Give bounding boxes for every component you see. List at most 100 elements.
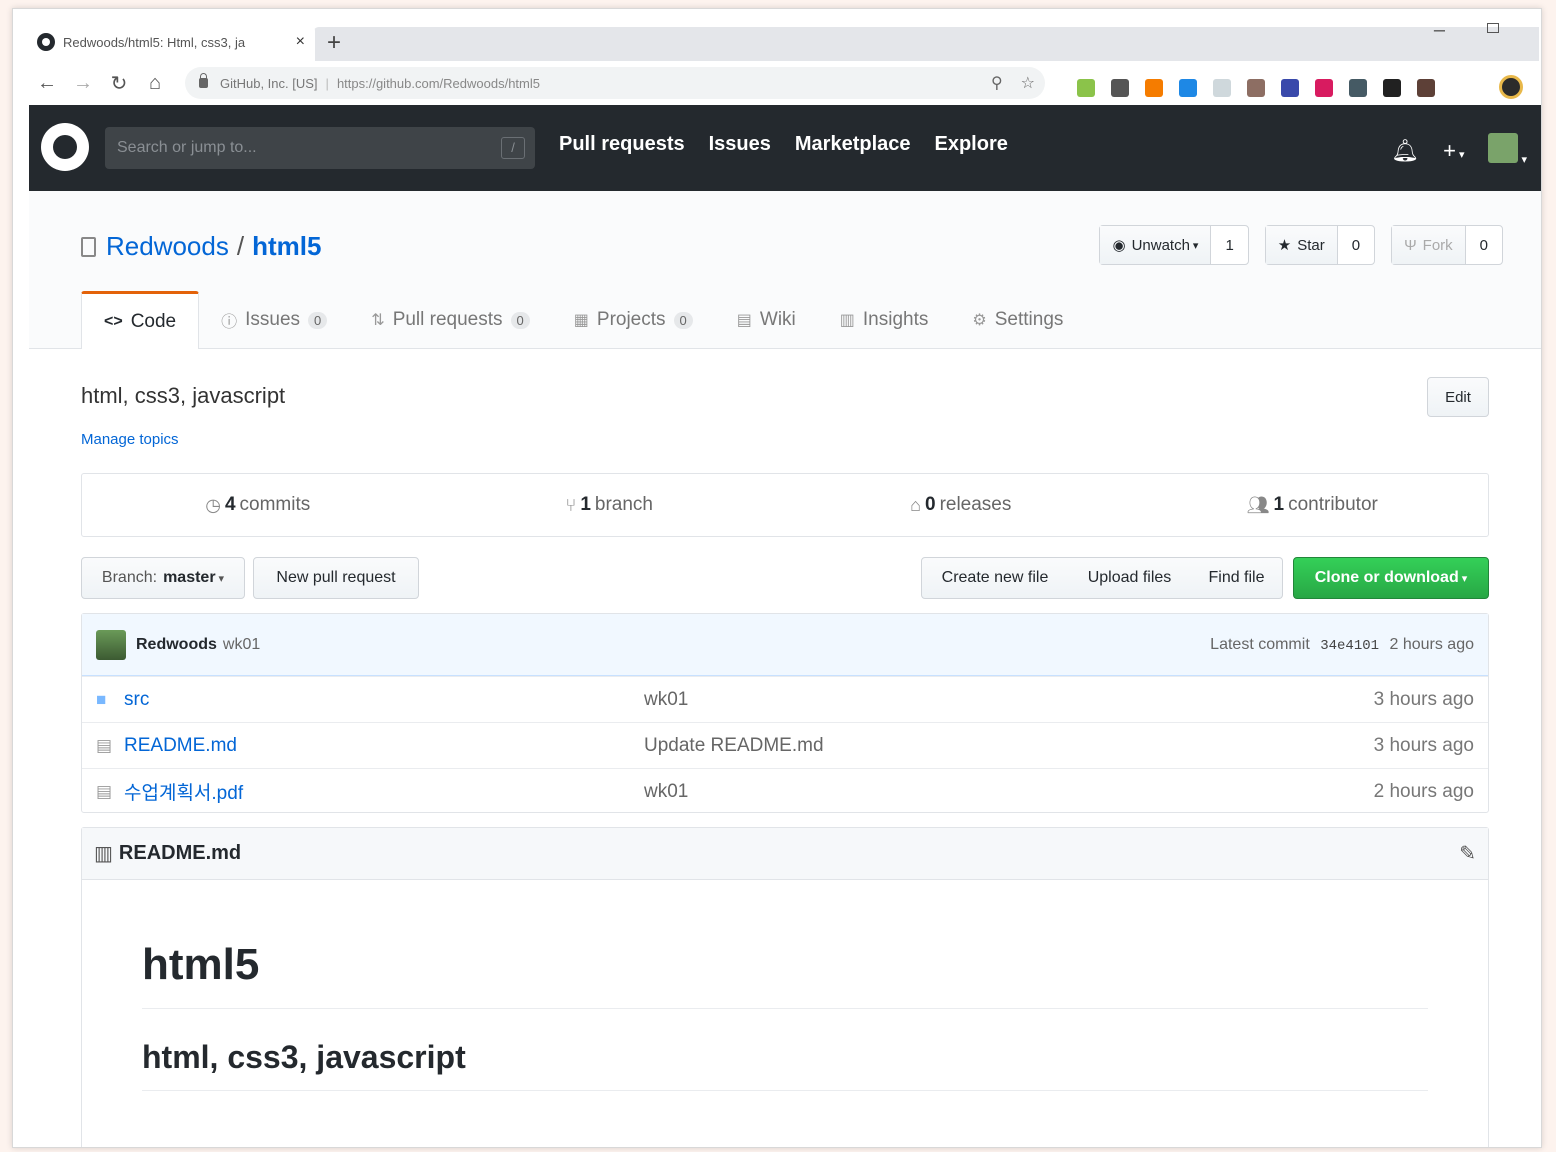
project-icon: ▦ [573, 312, 589, 329]
pencil-icon[interactable]: ✎ [1459, 841, 1476, 866]
bookmark-star-icon[interactable]: ☆ [1021, 73, 1035, 93]
extension-icon[interactable] [1179, 79, 1197, 97]
nav-marketplace[interactable]: Marketplace [795, 133, 911, 156]
branch-prefix: Branch: [101, 569, 158, 586]
branches-summary[interactable]: ⑂ 1 branch [434, 474, 786, 536]
browser-toolbar: ← → ↻ ⌂ GitHub, Inc. [US] | https://gith… [13, 61, 1541, 105]
extension-icon[interactable] [1315, 79, 1333, 97]
upload-files-button[interactable]: Upload files [1068, 557, 1192, 599]
clone-or-download-button[interactable]: Clone or download ▾ [1293, 557, 1489, 599]
file-age: 3 hours ago [1373, 688, 1474, 710]
browser-tab[interactable]: Redwoods/html5: Html, css3, ja × [27, 23, 315, 61]
extension-icon[interactable] [1213, 79, 1231, 97]
new-tab-icon[interactable]: + [327, 29, 341, 57]
extension-icon[interactable] [1383, 79, 1401, 97]
file-commit-message[interactable]: wk01 [644, 781, 1374, 803]
stargazers-count[interactable]: 0 [1338, 226, 1374, 264]
file-name-link[interactable]: 수업계획서.pdf [124, 778, 644, 805]
maximize-icon[interactable] [1487, 23, 1499, 33]
file-name-link[interactable]: README.md [124, 735, 644, 757]
profile-avatar[interactable] [1499, 75, 1523, 99]
nav-pull-requests[interactable]: Pull requests [559, 133, 685, 156]
extension-icon[interactable] [1247, 79, 1265, 97]
repo-title: Redwoods / html5 [81, 231, 321, 262]
tab-pull-requests[interactable]: ⇅ Pull requests 0 [349, 291, 551, 349]
fork-button-group: Ψ Fork 0 [1391, 225, 1503, 265]
extension-icon[interactable] [1281, 79, 1299, 97]
contributors-summary[interactable]: 👥︎ 1 contributor [1137, 474, 1489, 536]
star-button[interactable]: ★ Star [1265, 226, 1338, 264]
chevron-down-icon: ▾ [218, 572, 225, 585]
tab-close-icon[interactable]: × [296, 33, 305, 51]
readme-filename: README.md [118, 842, 242, 864]
watchers-count[interactable]: 1 [1211, 226, 1247, 264]
branch-select-button[interactable]: Branch: master ▾ [81, 557, 245, 599]
repo-name-link[interactable]: html5 [252, 231, 321, 262]
tab-insights[interactable]: ▥ Insights [818, 291, 951, 349]
github-logo-icon[interactable] [41, 123, 89, 171]
search-input[interactable]: Search or jump to... / [105, 127, 535, 169]
fork-label: Fork [1422, 236, 1453, 254]
gear-icon: ⚙ [972, 312, 987, 329]
releases-label: releases [939, 494, 1012, 515]
forward-icon[interactable]: → [65, 72, 101, 95]
latest-commit-info: Latest commit 34e4101 2 hours ago [1210, 636, 1474, 654]
extension-icon[interactable] [1417, 79, 1435, 97]
reload-icon[interactable]: ↻ [101, 71, 137, 96]
new-pull-request-button[interactable]: New pull request [253, 557, 419, 599]
unwatch-button[interactable]: ◉ Unwatch ▾ [1100, 226, 1212, 264]
tab-settings[interactable]: ⚙ Settings [950, 291, 1085, 349]
commit-sha[interactable]: 34e4101 [1320, 638, 1379, 654]
clone-label: Clone or download [1314, 569, 1459, 586]
notifications-bell-icon[interactable]: 🔔︎ [1391, 138, 1419, 164]
extension-icon[interactable] [1145, 79, 1163, 97]
tab-issues[interactable]: ⓘ Issues 0 [199, 291, 349, 349]
tab-code[interactable]: <> Code [81, 291, 200, 349]
commits-summary[interactable]: ◷ 4 commits [82, 474, 434, 536]
zoom-icon[interactable]: ⚲ [991, 73, 1003, 93]
minimize-icon[interactable]: – [1434, 19, 1445, 42]
commit-author[interactable]: Redwoods [136, 636, 217, 654]
lock-icon [199, 73, 208, 88]
extension-icon[interactable] [1111, 79, 1129, 97]
search-placeholder: Search or jump to... [117, 139, 257, 156]
user-menu[interactable]: ▾ [1488, 133, 1527, 169]
tab-projects[interactable]: ▦ Projects 0 [552, 291, 715, 349]
commit-message[interactable]: wk01 [223, 636, 260, 654]
extension-icon[interactable] [1077, 79, 1095, 97]
manage-topics-link[interactable]: Manage topics [81, 431, 179, 448]
file-icon: ▤ [96, 781, 113, 801]
avatar[interactable] [96, 629, 126, 660]
browser-window: Redwoods/html5: Html, css3, ja × + – ← →… [12, 8, 1542, 1148]
releases-summary[interactable]: ⌂ 0 releases [785, 474, 1137, 536]
book-icon: ▥ [94, 843, 113, 865]
readme-header: ▥ README.md ✎ [82, 828, 1488, 880]
create-new-plus-icon[interactable]: + ▾ [1443, 138, 1464, 164]
pull-requests-counter: 0 [510, 311, 530, 329]
people-icon: 👥︎ [1246, 494, 1270, 515]
avatar [1488, 133, 1519, 163]
repo-title-separator: / [236, 231, 245, 261]
tab-title: Redwoods/html5: Html, css3, ja [63, 34, 246, 50]
file-commit-message[interactable]: Update README.md [644, 735, 1374, 757]
nav-issues[interactable]: Issues [709, 133, 771, 156]
star-icon: ★ [1277, 237, 1292, 254]
forks-count[interactable]: 0 [1466, 226, 1502, 264]
tab-strip: Redwoods/html5: Html, css3, ja × + – [13, 9, 1541, 61]
find-file-button[interactable]: Find file [1191, 557, 1283, 599]
readme-heading-1: html5 [142, 940, 1428, 1009]
file-name-link[interactable]: src [124, 689, 644, 711]
home-icon[interactable]: ⌂ [137, 72, 173, 95]
nav-explore[interactable]: Explore [935, 133, 1008, 156]
extension-icon[interactable] [1349, 79, 1367, 97]
create-new-file-button[interactable]: Create new file [921, 557, 1069, 599]
fork-button[interactable]: Ψ Fork [1392, 226, 1466, 264]
tab-wiki[interactable]: ▤ Wiki [715, 291, 818, 349]
tab-projects-label: Projects [596, 309, 666, 330]
edit-description-button[interactable]: Edit [1427, 377, 1489, 417]
repo-icon [81, 236, 96, 257]
file-commit-message[interactable]: wk01 [644, 689, 1374, 711]
address-bar[interactable]: GitHub, Inc. [US] | https://github.com/R… [185, 67, 1045, 99]
repo-owner-link[interactable]: Redwoods [106, 231, 229, 262]
back-icon[interactable]: ← [29, 72, 65, 95]
